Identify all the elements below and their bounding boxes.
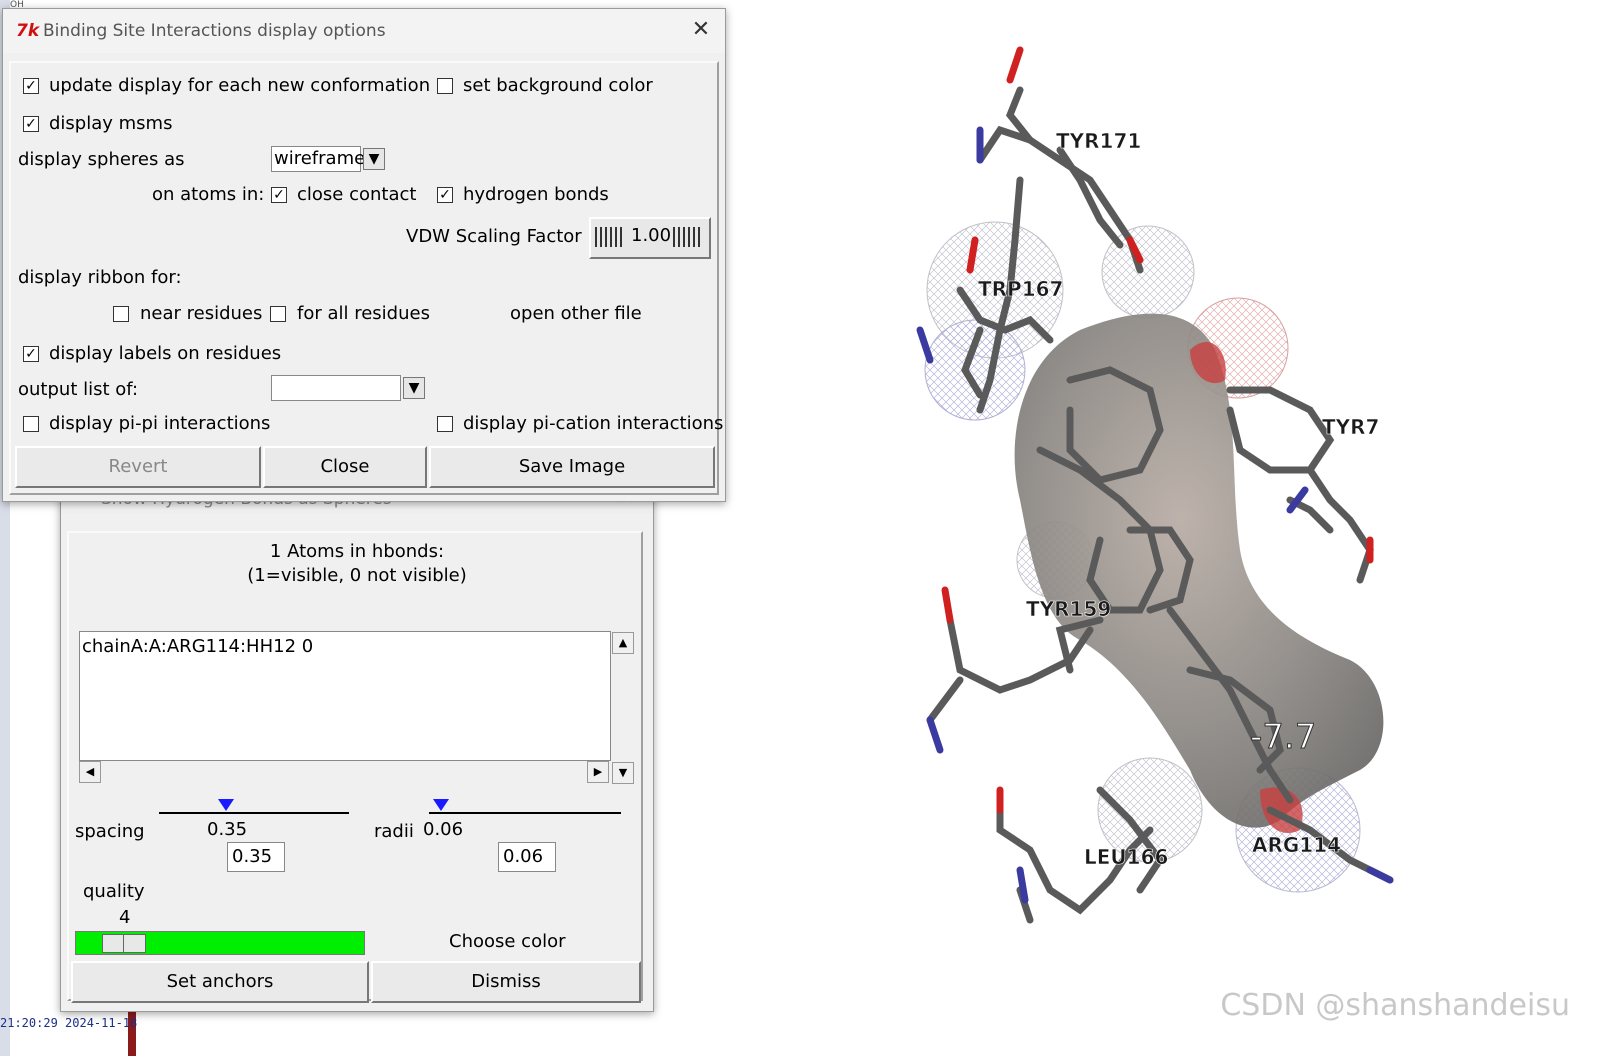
set-anchors-button[interactable]: Set anchors <box>71 961 369 1003</box>
quality-thumb[interactable] <box>102 934 146 953</box>
display-labels-checkbox[interactable]: ✓ <box>23 346 39 362</box>
close-contact-label: close contact <box>297 184 417 205</box>
pi-cation-label: display pi-cation interactions <box>463 413 724 434</box>
radii-label: radii <box>374 821 414 842</box>
quality-label: quality <box>83 881 145 902</box>
scroll-down-icon[interactable]: ▼ <box>612 762 634 784</box>
chevron-down-icon[interactable]: ▼ <box>403 377 425 399</box>
titlebar: 7k Binding Site Interactions display opt… <box>3 9 725 53</box>
choose-color-button[interactable]: Choose color <box>449 931 566 952</box>
atoms-count: 1 Atoms in hbonds: <box>269 541 445 562</box>
vdw-value: 1.00 <box>631 225 672 246</box>
background-window-edge <box>128 1005 136 1056</box>
hydrogen-bonds-checkbox[interactable]: ✓ <box>437 187 453 203</box>
on-atoms-in-label: on atoms in: <box>152 184 265 205</box>
chevron-down-icon[interactable]: ▼ <box>363 148 385 170</box>
scroll-right-icon[interactable]: ▶ <box>587 761 609 783</box>
near-residues-label: near residues <box>140 303 263 324</box>
output-list-select[interactable] <box>271 375 401 401</box>
list-item[interactable]: chainA:A:ARG114:HH12 0 <box>82 636 313 657</box>
visibility-note: (1=visible, 0 not visible) <box>247 565 467 586</box>
vdw-counter[interactable]: 1.00 <box>589 217 711 259</box>
scroll-up-icon[interactable]: ▲ <box>612 632 634 654</box>
close-contact-checkbox[interactable]: ✓ <box>271 187 287 203</box>
quality-scale[interactable] <box>75 931 365 955</box>
display-labels-label: display labels on residues <box>49 343 282 364</box>
residue-label: ARG114 <box>1252 833 1341 857</box>
residue-label: TYR171 <box>1056 129 1141 153</box>
decrease-icon[interactable] <box>595 227 623 247</box>
revert-button[interactable]: Revert <box>15 446 261 488</box>
all-residues-label: for all residues <box>297 303 430 324</box>
atoms-listbox[interactable]: chainA:A:ARG114:HH12 0 <box>79 631 611 761</box>
residue-label: LEU166 <box>1084 845 1168 869</box>
hydrogen-bonds-label: hydrogen bonds <box>463 184 609 205</box>
save-image-button[interactable]: Save Image <box>429 446 715 488</box>
pi-pi-checkbox[interactable] <box>23 416 39 432</box>
spacing-label: spacing <box>75 821 145 842</box>
spheres-mode-select[interactable]: wireframe <box>271 146 365 172</box>
radii-slider-trough[interactable] <box>429 812 621 814</box>
spacing-slider-marker[interactable] <box>217 799 234 811</box>
update-display-label: update display for each new conformation <box>49 75 431 96</box>
close-icon[interactable]: ✕ <box>689 19 713 43</box>
output-list-label: output list of: <box>18 379 139 400</box>
display-msms-label: display msms <box>49 113 173 134</box>
clock: 21:20:29 2024-11-18 <box>0 1016 138 1030</box>
residue-label: TRP167 <box>978 277 1063 301</box>
spheres-mode-value: wireframe <box>274 148 366 169</box>
all-residues-checkbox[interactable] <box>270 306 286 322</box>
close-button[interactable]: Close <box>263 446 427 488</box>
tk-icon: 7k <box>16 21 40 41</box>
radii-entry[interactable]: 0.06 <box>498 842 556 872</box>
residue-label: TYR7 <box>1322 415 1379 439</box>
near-residues-checkbox[interactable] <box>113 306 129 322</box>
horizontal-scrollbar[interactable]: ◀ ▶ <box>79 761 609 783</box>
radii-value-label: 0.06 <box>423 819 464 840</box>
radii-slider-marker[interactable] <box>432 799 449 811</box>
ligand-surface <box>1014 313 1384 828</box>
spacing-slider-trough[interactable] <box>159 812 349 814</box>
set-bg-color-label: set background color <box>463 75 653 96</box>
molecule-viewer[interactable]: TYR171 TRP167 TYR7 TYR159 LEU166 ARG114 … <box>830 30 1470 990</box>
spacing-entry[interactable]: 0.35 <box>227 842 285 872</box>
dismiss-button[interactable]: Dismiss <box>371 961 641 1003</box>
binding-site-dialog: 7k Binding Site Interactions display opt… <box>2 8 726 502</box>
display-msms-checkbox[interactable]: ✓ <box>23 116 39 132</box>
residue-label: TYR159 <box>1026 597 1111 621</box>
open-other-file-button[interactable]: open other file <box>510 303 642 324</box>
hbond-spheres-dialog: 7k Show Hydrogen Bonds as Spheres ✕ 1 At… <box>60 478 654 1012</box>
set-bg-color-checkbox[interactable] <box>437 78 453 94</box>
increase-icon[interactable] <box>673 227 701 247</box>
docking-score: -7.7 <box>1250 717 1316 757</box>
update-display-checkbox[interactable]: ✓ <box>23 78 39 94</box>
pi-pi-label: display pi-pi interactions <box>49 413 271 434</box>
quality-value: 4 <box>119 907 131 928</box>
pi-cation-checkbox[interactable] <box>437 416 453 432</box>
watermark: CSDN @shanshandeisu <box>1220 988 1570 1023</box>
vertical-scrollbar[interactable]: ▲ <box>611 631 635 759</box>
spacing-value-label: 0.35 <box>207 819 248 840</box>
vdw-label: VDW Scaling Factor <box>406 226 582 247</box>
display-ribbon-label: display ribbon for: <box>18 267 182 288</box>
scroll-left-icon[interactable]: ◀ <box>79 761 101 783</box>
dialog-title: Binding Site Interactions display option… <box>43 21 386 41</box>
display-spheres-label: display spheres as <box>18 149 185 170</box>
